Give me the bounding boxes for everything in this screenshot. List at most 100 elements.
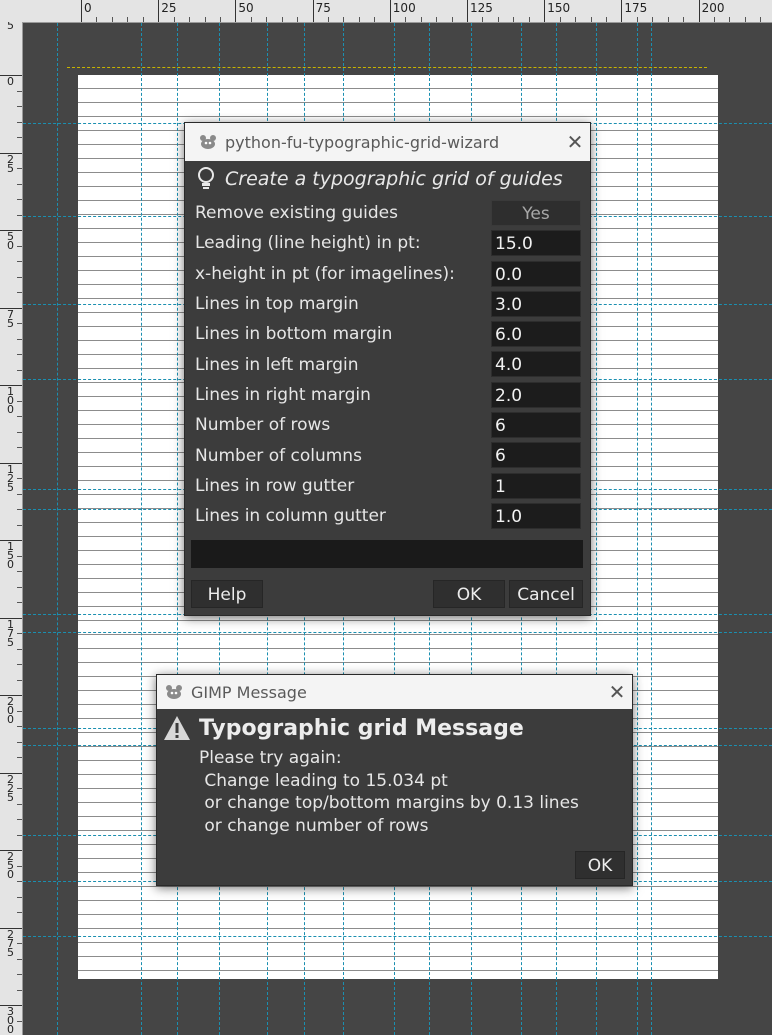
ruler-minor-tick (482, 17, 484, 22)
ruler-minor-tick (142, 17, 144, 22)
ruler-label: 275 (7, 927, 14, 959)
ruler-minor-tick (17, 276, 22, 278)
ruler-minor-tick (250, 17, 252, 22)
help-button[interactable]: Help (191, 580, 263, 608)
form-row: Lines in column gutter 1.0 (185, 501, 590, 531)
ruler-minor-tick (17, 648, 22, 650)
ruler-minor-tick (17, 493, 22, 495)
cancel-button[interactable]: Cancel (509, 580, 583, 608)
ruler-tick: 100 (0, 385, 22, 415)
field-input[interactable]: 4.0 (491, 351, 581, 378)
ruler-tick: 300 (0, 1005, 22, 1035)
message-body: Please try again: Change leading to 15.0… (199, 747, 579, 837)
field-input[interactable]: 3.0 (491, 290, 581, 317)
ruler-minor-tick (17, 261, 22, 262)
ruler-minor-tick (17, 369, 22, 371)
ruler-minor-tick (605, 17, 607, 22)
ruler-minor-tick (328, 17, 330, 22)
close-icon[interactable]: ✕ (560, 130, 590, 154)
ruler-minor-tick (497, 17, 499, 22)
ok-button[interactable]: OK (433, 580, 505, 608)
ruler-minor-tick (17, 199, 22, 200)
ruler-label: 25 (161, 1, 177, 15)
field-input[interactable]: 6.0 (491, 321, 581, 348)
ruler-tick: 150 (0, 540, 22, 570)
ruler-minor-tick (667, 17, 669, 22)
warning-icon (163, 715, 191, 741)
ruler-minor-tick (17, 106, 22, 107)
ruler-label: 150 (547, 1, 571, 15)
ruler-label: 175 (624, 1, 648, 15)
ruler-minor-tick (559, 17, 561, 22)
ruler-tick: 200 (0, 695, 22, 725)
ruler-label: 300 (7, 1005, 14, 1035)
ruler-label: 225 (7, 772, 14, 804)
vertical-ruler[interactable]: 5 0 25 50 75 100 125 150 175 200 225 250 275 300 (0, 22, 23, 1035)
field-input[interactable]: 6 (491, 412, 581, 439)
horizontal-ruler[interactable]: 0 25 50 75 100 125 150 175 200 (22, 0, 772, 23)
remove-guides-toggle[interactable]: Yes (491, 200, 581, 226)
ruler-minor-tick (17, 974, 22, 975)
field-label: Lines in column gutter (195, 506, 386, 527)
ruler-tick: 275 (0, 927, 22, 958)
horizontal-guide[interactable] (23, 632, 772, 633)
message-titlebar[interactable]: GIMP Message ✕ (157, 675, 632, 709)
message-ok-button[interactable]: OK (575, 851, 625, 879)
ruler-tick: 50 (0, 230, 22, 251)
vertical-guide[interactable] (57, 23, 58, 1035)
message-heading: Typographic grid Message (163, 715, 524, 741)
message-line: Please try again: (199, 748, 342, 768)
ruler-minor-tick (513, 17, 515, 22)
field-input[interactable]: 6 (491, 442, 581, 469)
ruler-minor-tick (17, 354, 22, 355)
form-row: Number of rows 6 (185, 410, 590, 440)
ruler-tick: 125 (467, 0, 493, 22)
ruler-minor-tick (760, 17, 762, 22)
ruler-tick: 150 (544, 0, 570, 22)
vertical-guide[interactable] (141, 23, 142, 1035)
ruler-minor-tick (374, 17, 376, 22)
field-label: Lines in left margin (195, 354, 359, 375)
ruler-minor-tick (17, 989, 22, 991)
ruler-label: 250 (7, 850, 14, 881)
ruler-tick: 0 (0, 75, 22, 87)
ruler-minor-tick (17, 121, 22, 123)
vertical-guide[interactable] (637, 23, 638, 1035)
ruler-tick: 125 (0, 462, 22, 493)
ruler-minor-tick (17, 338, 22, 340)
ruler-minor-tick (451, 17, 453, 22)
ruler-tick: 75 (0, 307, 22, 329)
ruler-minor-tick (17, 664, 22, 665)
field-input[interactable]: 0.0 (491, 260, 581, 287)
close-icon[interactable]: ✕ (602, 680, 632, 704)
ruler-minor-tick (17, 245, 22, 247)
ruler-minor-tick (358, 17, 360, 22)
field-input[interactable]: 2.0 (491, 381, 581, 408)
field-input[interactable]: 15.0 (491, 230, 581, 257)
ruler-minor-tick (744, 17, 746, 22)
ruler-minor-tick (17, 168, 22, 169)
ruler-tick: 175 (621, 0, 647, 22)
ruler-minor-tick (17, 881, 22, 882)
field-label: Lines in bottom margin (195, 324, 393, 345)
ruler-minor-tick (127, 17, 129, 22)
ruler-label: 150 (7, 540, 14, 571)
ruler-minor-tick (683, 17, 685, 22)
field-input[interactable]: 1 (491, 472, 581, 499)
horizontal-guide[interactable] (23, 936, 772, 937)
ruler-minor-tick (17, 400, 22, 402)
ruler-minor-tick (17, 819, 22, 820)
ruler-minor-tick (17, 865, 22, 867)
field-input[interactable]: 1.0 (491, 502, 581, 529)
vertical-guide[interactable] (651, 23, 652, 1035)
ruler-minor-tick (17, 710, 22, 712)
ruler-minor-tick (17, 788, 22, 789)
ruler-label: 5 (7, 22, 14, 32)
wizard-titlebar[interactable]: python-fu-typographic-grid-wizard ✕ (185, 123, 590, 161)
ruler-minor-tick (17, 478, 22, 479)
field-label: Number of columns (195, 445, 362, 466)
ruler-minor-tick (111, 17, 113, 22)
ruler-minor-tick (297, 17, 299, 22)
ruler-label: 200 (701, 1, 725, 15)
form-row: Number of columns 6 (185, 440, 590, 470)
